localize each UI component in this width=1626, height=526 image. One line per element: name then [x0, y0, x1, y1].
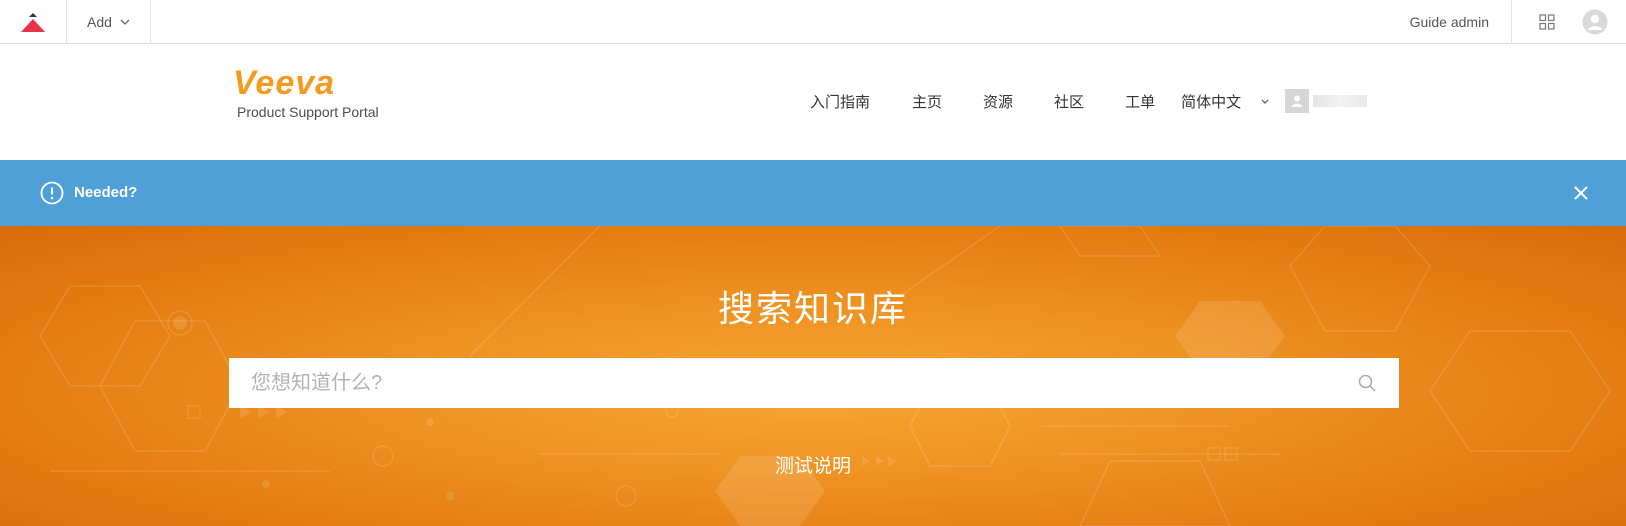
nav-item-community[interactable]: 社区	[1054, 91, 1084, 112]
hero-title: 搜索知识库	[717, 288, 908, 329]
main-nav: 入门指南 主页 资源 社区 工单 简体中文	[810, 89, 1368, 113]
admin-logo-button[interactable]	[0, 0, 67, 44]
user-avatar-icon	[1582, 9, 1608, 35]
hero-section: 搜索知识库 测试说明	[0, 226, 1626, 526]
banner-message: Needed?	[74, 184, 138, 201]
nav-item-resources[interactable]: 资源	[983, 91, 1013, 112]
close-icon[interactable]	[1570, 182, 1592, 204]
apps-grid-button[interactable]	[1527, 0, 1567, 44]
notification-banner: Needed?	[0, 160, 1626, 226]
alert-circle-icon	[40, 181, 64, 205]
portal-header: Veeva Product Support Portal 入门指南 主页 资源 …	[0, 44, 1626, 160]
nav-item-tickets[interactable]: 工单	[1125, 91, 1155, 112]
search-icon[interactable]	[1357, 373, 1377, 393]
user-icon	[1291, 95, 1303, 107]
nav-item-home[interactable]: 主页	[912, 91, 942, 112]
language-label: 简体中文	[1181, 93, 1242, 111]
user-menu-button[interactable]	[1285, 89, 1368, 113]
admin-logo-icon	[21, 13, 45, 32]
test-instructions-link[interactable]: 测试说明	[775, 456, 851, 477]
nav-item-getting-started[interactable]: 入门指南	[810, 91, 870, 112]
chevron-down-icon	[1261, 99, 1269, 104]
chevron-down-icon	[120, 19, 130, 25]
grid-icon	[1539, 14, 1555, 30]
language-selector[interactable]: 简体中文	[1181, 91, 1269, 112]
hero-link-container: 测试说明	[0, 451, 1626, 478]
admin-avatar-button[interactable]	[1580, 7, 1610, 37]
admin-toolbar: Add Guide admin	[0, 0, 1626, 44]
brand-name: Veeva	[233, 64, 336, 102]
guide-admin-link[interactable]: Guide admin	[1410, 0, 1512, 44]
add-menu-label: Add	[87, 14, 112, 30]
knowledge-search-box[interactable]	[229, 358, 1399, 408]
add-menu-button[interactable]: Add	[67, 0, 151, 44]
search-input[interactable]	[251, 371, 1357, 395]
brand-subtitle: Product Support Portal	[237, 104, 379, 120]
user-avatar	[1285, 89, 1310, 113]
user-name-redacted	[1313, 95, 1368, 107]
brand-logo-link[interactable]: Veeva Product Support Portal	[233, 66, 379, 120]
